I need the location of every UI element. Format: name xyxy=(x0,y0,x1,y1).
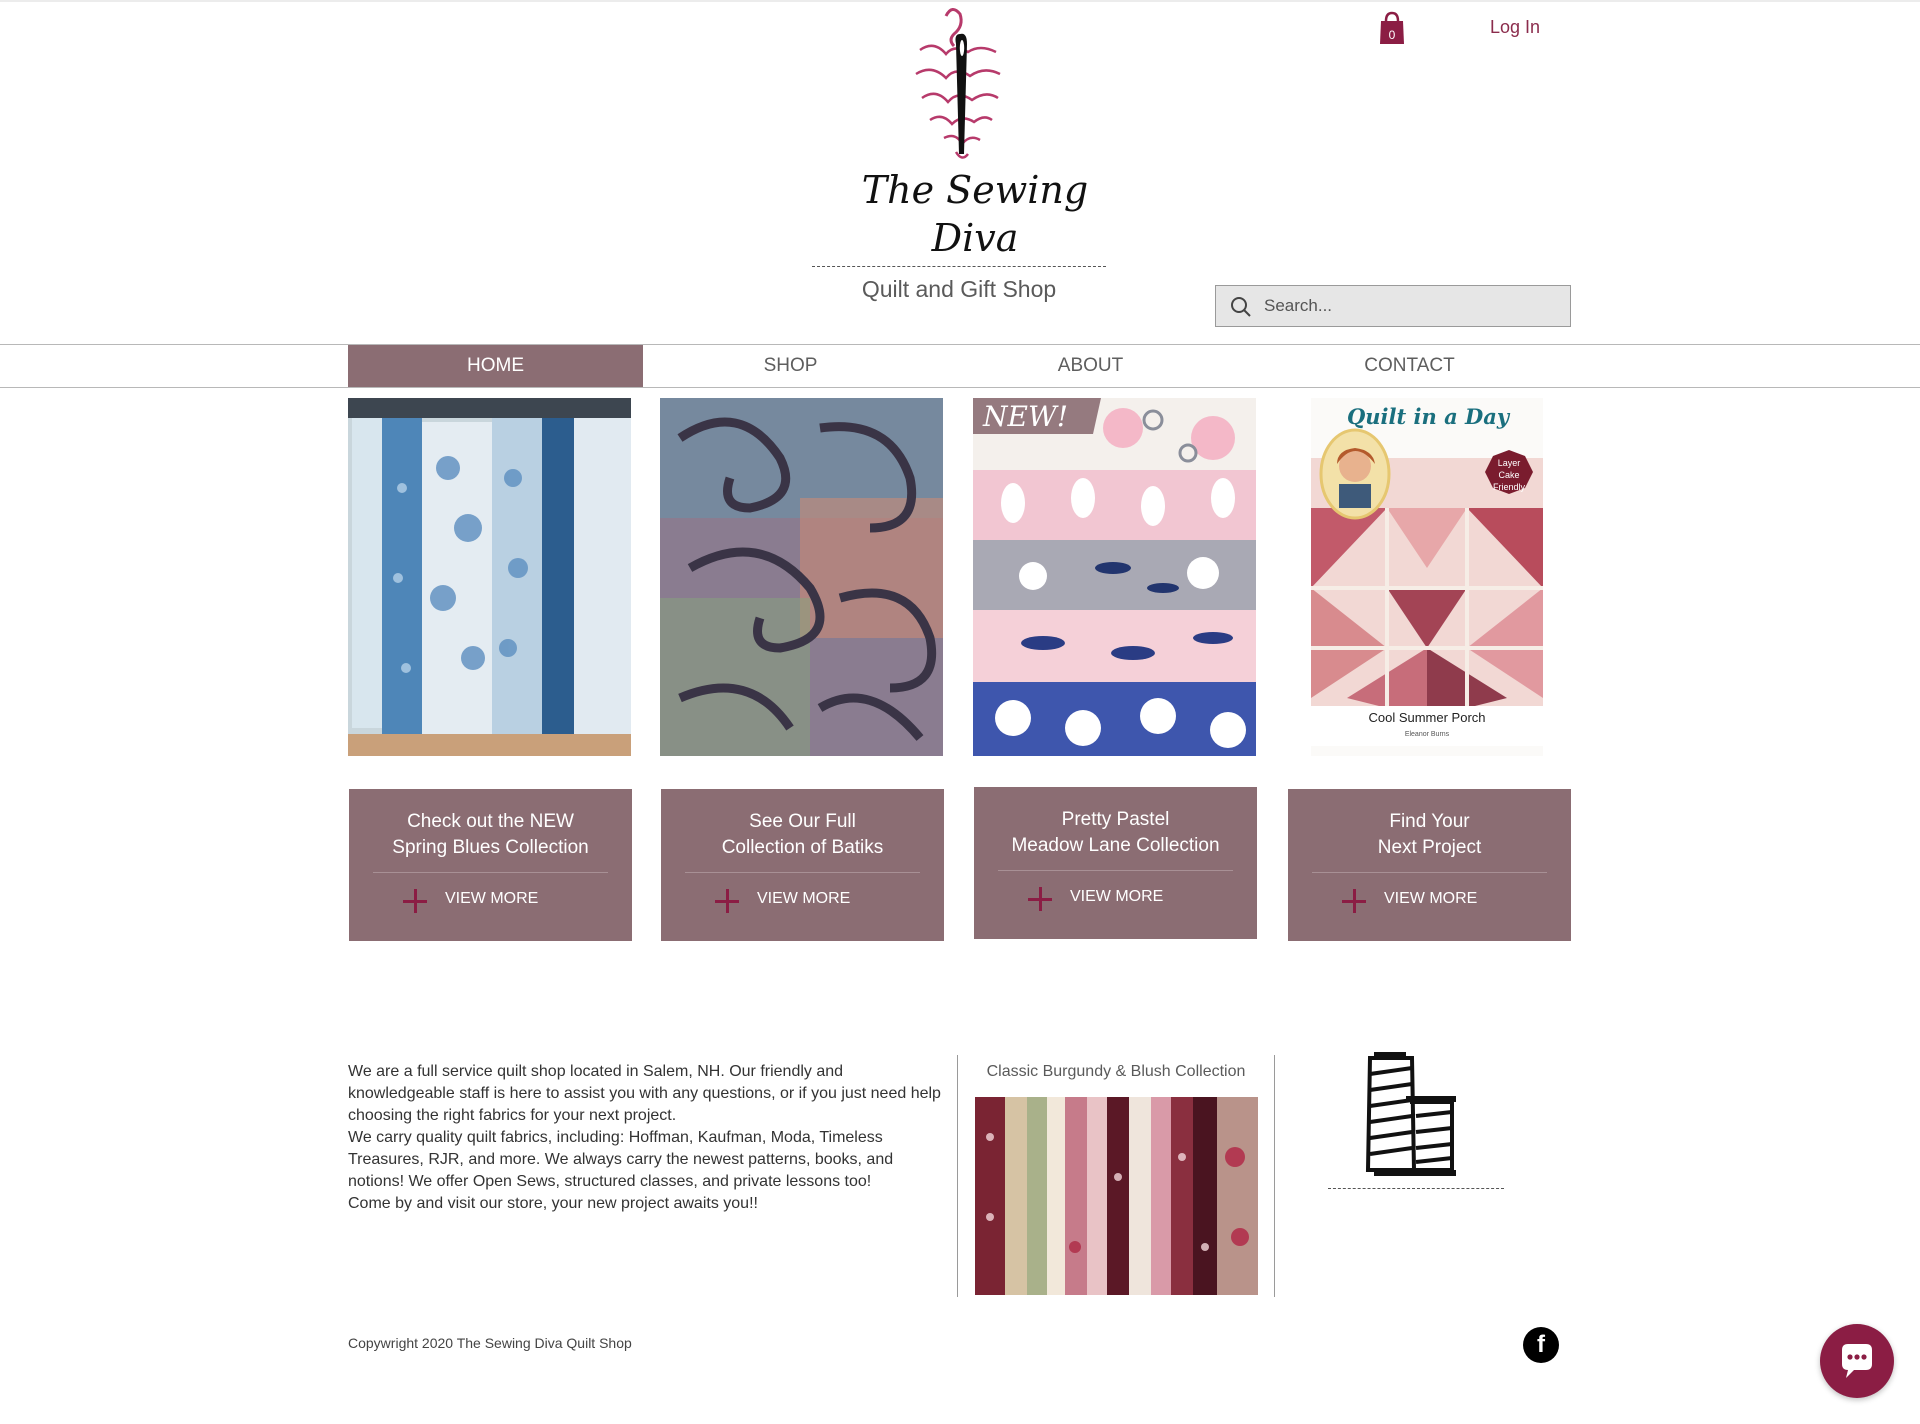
logo-wordmark-second-line: Diva xyxy=(931,216,1019,260)
book-subtitle: Cool Summer Porch xyxy=(1368,710,1485,725)
plus-icon xyxy=(1342,886,1366,916)
search-bar[interactable] xyxy=(1215,285,1571,327)
card-divider xyxy=(1312,872,1547,873)
cart-button[interactable]: 0 xyxy=(1378,11,1406,45)
svg-text:Layer: Layer xyxy=(1498,458,1521,468)
spring-blues-card[interactable]: Check out the NEW Spring Blues Collection… xyxy=(349,789,632,941)
copyright-text: Copywright 2020 The Sewing Diva Quilt Sh… xyxy=(348,1335,632,1351)
tagline: Quilt and Gift Shop xyxy=(861,276,1057,302)
search-input[interactable] xyxy=(1264,286,1560,326)
plus-icon xyxy=(403,886,427,916)
nav-about[interactable]: ABOUT xyxy=(943,345,1238,387)
top-rule xyxy=(0,0,1920,2)
nav-home[interactable]: HOME xyxy=(348,345,643,387)
batiks-card[interactable]: See Our Full Collection of Batiks VIEW MO… xyxy=(661,789,944,941)
view-more-button[interactable]: VIEW MORE xyxy=(1384,890,1477,908)
meadow-lane-image[interactable]: NEW! xyxy=(973,398,1256,756)
card-title: See Our Full Collection of Batiks xyxy=(721,811,884,858)
featured-collection-image[interactable] xyxy=(975,1097,1258,1295)
chat-button[interactable] xyxy=(1820,1324,1894,1398)
spring-blues-image[interactable] xyxy=(348,398,631,756)
chat-icon xyxy=(1842,1344,1872,1378)
cart-icon: 0 xyxy=(1380,11,1404,44)
view-more-button[interactable]: VIEW MORE xyxy=(445,890,538,908)
batiks-image[interactable] xyxy=(660,398,943,756)
facebook-icon: f xyxy=(1537,1331,1545,1358)
nav-shop[interactable]: SHOP xyxy=(643,345,938,387)
card-title: Find Your Next Project xyxy=(1377,811,1482,858)
book-author: Eleanor Burns xyxy=(1405,731,1450,738)
featured-collection-caption: Classic Burgundy & Blush Collection xyxy=(986,1063,1246,1080)
about-paragraph: Come by and visit our store, your new pr… xyxy=(348,1195,758,1212)
plus-icon xyxy=(1028,884,1052,914)
column-divider xyxy=(957,1055,958,1297)
facebook-link[interactable]: f xyxy=(1523,1327,1559,1363)
about-text: We are a full service quilt shop located… xyxy=(348,1061,948,1215)
view-more-button[interactable]: VIEW MORE xyxy=(757,890,850,908)
about-paragraph: We carry quality quilt fabrics, includin… xyxy=(348,1129,894,1190)
search-icon xyxy=(1231,297,1251,317)
about-paragraph: We are a full service quilt shop located… xyxy=(348,1063,941,1124)
next-project-image[interactable]: Quilt in a Day Layer Cake Friendly Cool … xyxy=(1287,398,1570,756)
card-divider xyxy=(373,872,608,873)
thread-spool-icon xyxy=(1365,1052,1456,1176)
svg-text:Cake: Cake xyxy=(1498,470,1519,480)
svg-text:Friendly: Friendly xyxy=(1493,482,1526,492)
nav-contact[interactable]: CONTACT xyxy=(1262,345,1557,387)
cart-count: 0 xyxy=(1389,28,1396,42)
next-project-card[interactable]: Find Your Next Project VIEW MORE xyxy=(1288,789,1571,941)
nav-bottom-border xyxy=(0,387,1920,388)
logo-wordmark: The Sewing xyxy=(861,168,1089,212)
new-badge: NEW! xyxy=(982,400,1068,433)
card-divider xyxy=(998,870,1233,871)
meadow-lane-card[interactable]: Pretty Pastel Meadow Lane Collection VIEW… xyxy=(974,787,1257,939)
logo-divider xyxy=(812,266,1106,267)
card-title: Check out the NEW Spring Blues Collection xyxy=(392,811,589,858)
plus-icon xyxy=(715,886,739,916)
card-title: Pretty Pastel Meadow Lane Collection xyxy=(1011,809,1220,856)
column-divider xyxy=(1274,1055,1275,1297)
view-more-button[interactable]: VIEW MORE xyxy=(1070,888,1163,906)
card-divider xyxy=(685,872,920,873)
login-link[interactable]: Log In xyxy=(1490,17,1540,38)
spool-divider xyxy=(1328,1188,1504,1189)
book-title: Quilt in a Day xyxy=(1347,404,1511,429)
